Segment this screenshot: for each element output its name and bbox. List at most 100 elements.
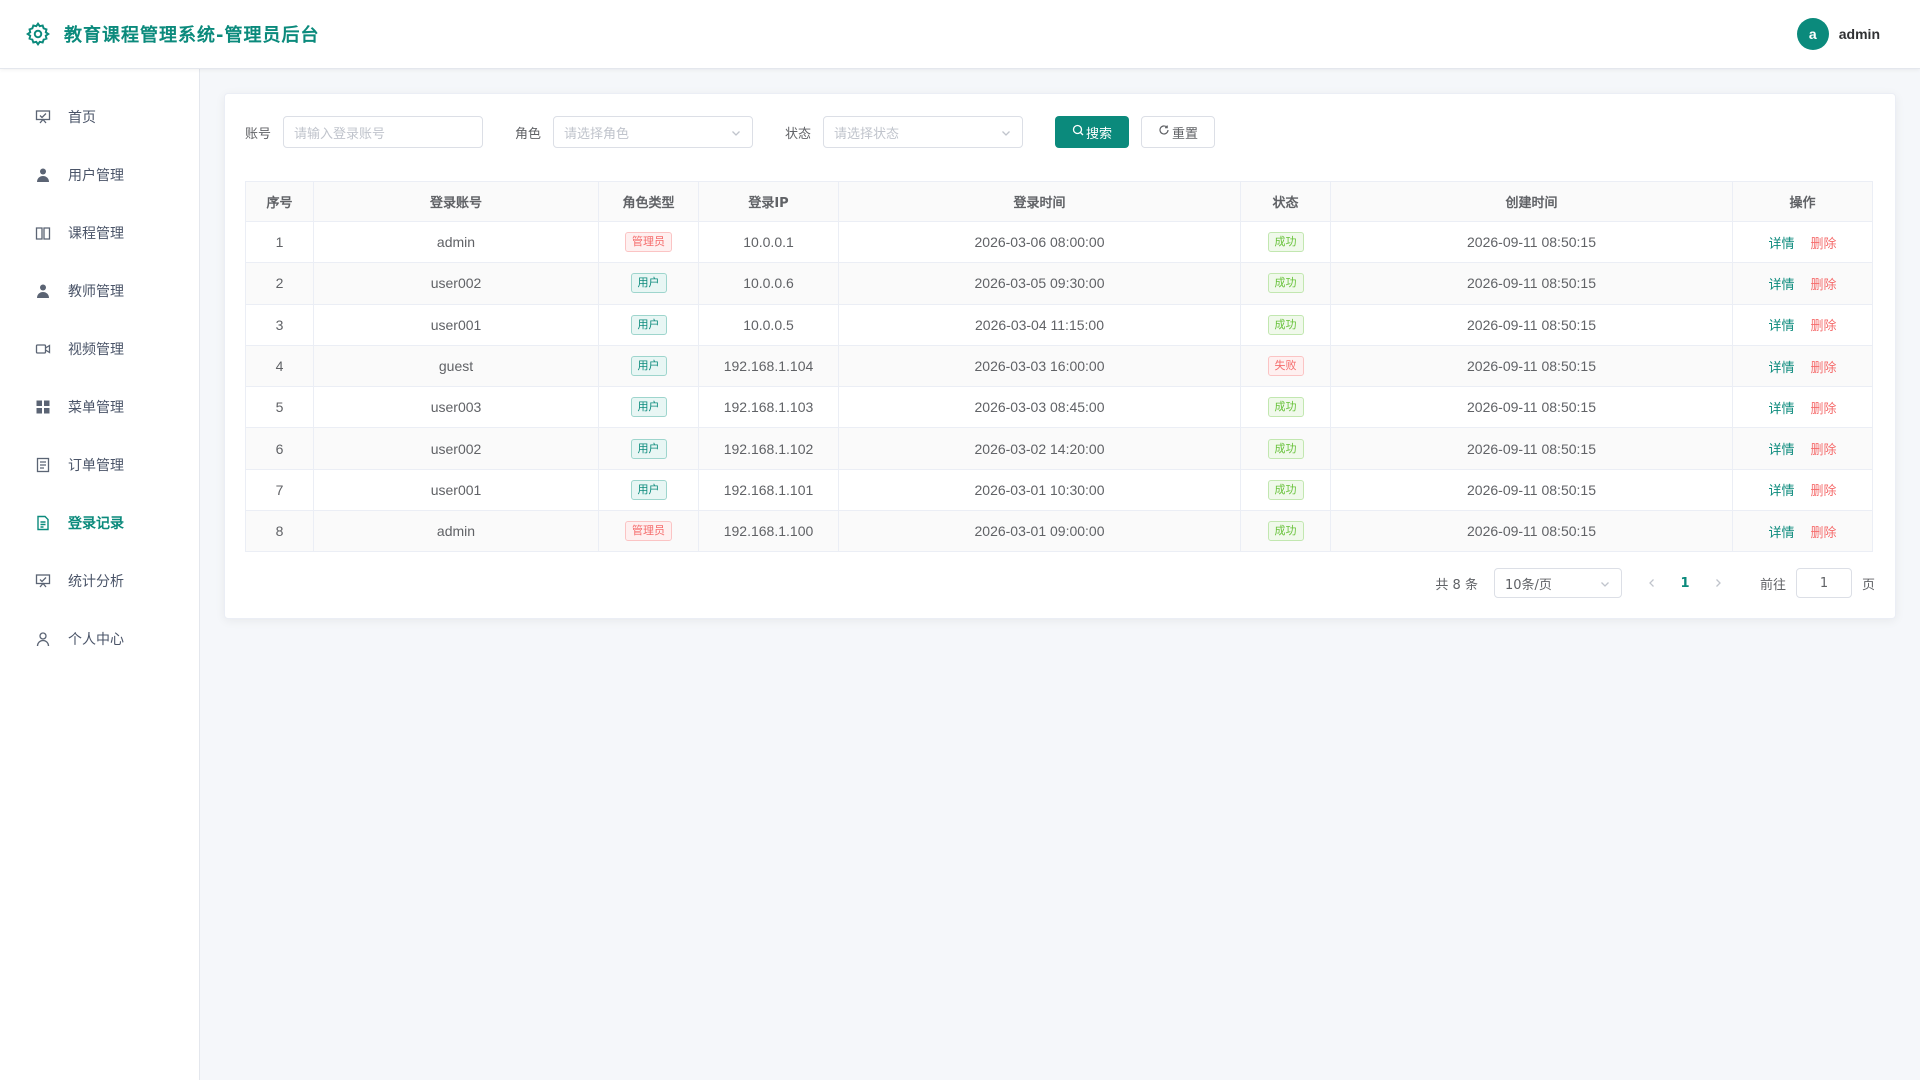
goto-label: 前往 (1759, 577, 1786, 593)
column-header: 创建时间 (1330, 181, 1733, 222)
role-select[interactable]: 请选择角色 (553, 116, 754, 148)
table-row: 4 guest 用户 192.168.1.104 2026-03-03 16:0… (245, 345, 1873, 388)
sidebar-item-statistics[interactable]: 统计分析 (0, 552, 199, 610)
status-badge: 成功 (1267, 521, 1304, 542)
status-cell: 成功 (1240, 469, 1331, 512)
chevron-down-icon (730, 127, 742, 143)
column-header: 登录IP (698, 181, 839, 222)
sidebar-item-label: 用户管理 (68, 168, 124, 184)
login-ip: 192.168.1.103 (698, 386, 839, 429)
role-tag: 用户 (630, 273, 667, 294)
table-row: 8 admin 管理员 192.168.1.100 2026-03-01 09:… (245, 510, 1873, 553)
reset-button-label: 重置 (1172, 126, 1199, 142)
grid-icon (34, 398, 52, 416)
search-icon (1072, 124, 1086, 140)
status-cell: 成功 (1240, 386, 1331, 429)
sidebar-item-teachers[interactable]: 教师管理 (0, 262, 199, 320)
login-time: 2026-03-06 08:00:00 (838, 221, 1241, 264)
delete-link[interactable]: 删除 (1811, 484, 1837, 499)
actions-cell: 详情 删除 (1732, 262, 1873, 305)
login-time: 2026-03-03 16:00:00 (838, 345, 1241, 388)
detail-link[interactable]: 详情 (1768, 319, 1794, 334)
delete-link[interactable]: 删除 (1811, 319, 1837, 334)
role-tag: 用户 (630, 397, 667, 418)
actions-cell: 详情 删除 (1732, 386, 1873, 429)
delete-link[interactable]: 删除 (1811, 443, 1837, 458)
login-records-table: 序号 登录账号 角色类型 登录IP 登录时间 状态 创建时间 操作 1 admi… (245, 181, 1873, 553)
sidebar-item-label: 登录记录 (68, 516, 124, 532)
avatar[interactable]: a (1796, 18, 1829, 50)
reset-button[interactable]: 重置 (1141, 116, 1216, 148)
status-select[interactable]: 请选择状态 (823, 116, 1024, 148)
delete-link[interactable]: 删除 (1811, 526, 1837, 541)
table-row: 6 user002 用户 192.168.1.102 2026-03-02 14… (245, 427, 1873, 470)
page-size-value: 10条/页 (1504, 577, 1552, 593)
actions-cell: 详情 删除 (1732, 221, 1873, 264)
next-page-button[interactable] (1704, 578, 1732, 588)
detail-link[interactable]: 详情 (1768, 526, 1794, 541)
sidebar-item-label: 首页 (68, 110, 96, 126)
table-header-row: 序号 登录账号 角色类型 登录IP 登录时间 状态 创建时间 操作 (245, 181, 1873, 222)
detail-link[interactable]: 详情 (1768, 402, 1794, 417)
login-account: admin (313, 221, 599, 264)
account-input[interactable]: 请输入登录账号 (283, 116, 484, 148)
created-time: 2026-09-11 08:50:15 (1330, 262, 1733, 305)
delete-link[interactable]: 删除 (1811, 402, 1837, 417)
detail-link[interactable]: 详情 (1768, 278, 1794, 293)
status-placeholder: 请选择状态 (834, 126, 900, 142)
created-time: 2026-09-11 08:50:15 (1330, 345, 1733, 388)
table-row: 5 user003 用户 192.168.1.103 2026-03-03 08… (245, 386, 1873, 429)
table-row: 2 user002 用户 10.0.0.6 2026-03-05 09:30:0… (245, 262, 1873, 305)
prev-page-button[interactable] (1638, 578, 1666, 588)
username[interactable]: admin (1839, 26, 1880, 42)
user-menu[interactable]: a admin (1796, 18, 1880, 50)
detail-link[interactable]: 详情 (1768, 484, 1794, 499)
login-account: user002 (313, 427, 599, 470)
login-time: 2026-03-04 11:15:00 (838, 304, 1241, 346)
delete-link[interactable]: 删除 (1811, 278, 1837, 293)
role-cell: 用户 (598, 345, 699, 388)
delete-link[interactable]: 删除 (1811, 237, 1837, 252)
role-cell: 用户 (598, 304, 699, 346)
search-button[interactable]: 搜索 (1055, 116, 1130, 148)
created-time: 2026-09-11 08:50:15 (1330, 510, 1733, 553)
login-time: 2026-03-03 08:45:00 (838, 386, 1241, 429)
main-card: 账号 请输入登录账号 角色 请选择角色 状态 请选择状态 搜索 重置 序号 登录… (224, 93, 1896, 619)
sidebar-item-orders[interactable]: 订单管理 (0, 436, 199, 494)
role-tag: 用户 (630, 356, 667, 377)
chevron-down-icon (1599, 578, 1611, 594)
login-ip: 192.168.1.104 (698, 345, 839, 388)
detail-link[interactable]: 详情 (1768, 361, 1794, 376)
pagination: 共 8 条 10条/页 1 前往 1 页 (1435, 567, 1875, 599)
delete-link[interactable]: 删除 (1811, 361, 1837, 376)
status-badge: 成功 (1267, 314, 1304, 335)
goto-page-input[interactable]: 1 (1795, 568, 1852, 598)
role-tag: 用户 (630, 314, 667, 335)
sidebar-item-users[interactable]: 用户管理 (0, 146, 199, 204)
sidebar-item-label: 课程管理 (68, 226, 124, 242)
app-title: 教育课程管理系统-管理员后台 (64, 25, 320, 46)
table-row: 1 admin 管理员 10.0.0.1 2026-03-06 08:00:00… (245, 221, 1873, 264)
created-time: 2026-09-11 08:50:15 (1330, 386, 1733, 429)
login-ip: 192.168.1.101 (698, 469, 839, 512)
detail-link[interactable]: 详情 (1768, 443, 1794, 458)
sidebar-item-label: 个人中心 (68, 632, 124, 648)
login-ip: 10.0.0.1 (698, 221, 839, 264)
login-account: guest (313, 345, 599, 388)
sidebar-item-login-records[interactable]: 登录记录 (0, 494, 199, 552)
account-placeholder: 请输入登录账号 (294, 126, 386, 142)
detail-link[interactable]: 详情 (1768, 237, 1794, 252)
status-cell: 成功 (1240, 221, 1331, 264)
page-number-current[interactable]: 1 (1670, 576, 1700, 591)
login-ip: 192.168.1.102 (698, 427, 839, 470)
gear-icon (24, 20, 52, 48)
sidebar-item-profile[interactable]: 个人中心 (0, 610, 199, 668)
page-size-select[interactable]: 10条/页 (1493, 568, 1622, 598)
login-time: 2026-03-05 09:30:00 (838, 262, 1241, 305)
sidebar-item-videos[interactable]: 视频管理 (0, 320, 199, 378)
sidebar-item-menus[interactable]: 菜单管理 (0, 378, 199, 436)
column-header: 登录账号 (313, 181, 599, 222)
sidebar-item-label: 菜单管理 (68, 400, 124, 416)
sidebar-item-courses[interactable]: 课程管理 (0, 204, 199, 262)
sidebar-item-home[interactable]: 首页 (0, 88, 199, 146)
